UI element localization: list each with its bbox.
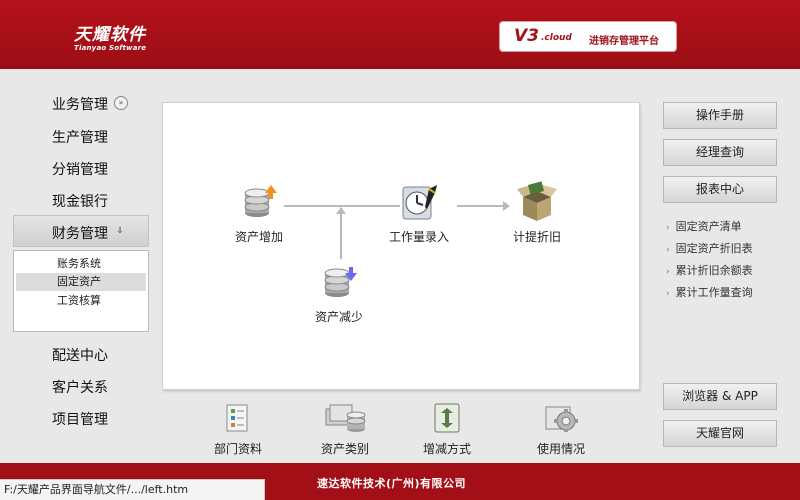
report-link-label: 累计工作量查询 <box>675 286 753 299</box>
nav-item-label: 业务管理 <box>52 97 108 113</box>
flow-node-label: 计提折旧 <box>512 230 561 244</box>
tool-change-method[interactable]: 增减方式 <box>414 401 480 457</box>
nav-item-delivery[interactable]: 配送中心 <box>52 345 108 365</box>
nav-item-label: 分销管理 <box>52 162 108 178</box>
tool-label: 增减方式 <box>422 442 471 456</box>
nav-item-cash-bank[interactable]: 现金银行 <box>52 191 108 211</box>
submenu-item-payroll[interactable]: 工资核算 <box>16 292 146 310</box>
finance-submenu: 账务系统 固定资产 工资核算 <box>13 250 149 332</box>
nav-item-label: 客户关系 <box>52 380 108 396</box>
product-badge: V3 .cloud 进销存管理平台 <box>499 21 677 52</box>
logo-chinese: 天耀软件 <box>74 25 146 45</box>
report-link-workload-query[interactable]: › 累计工作量查询 <box>666 284 753 300</box>
submenu-item-fixed-assets[interactable]: 固定资产 <box>16 273 146 291</box>
chevron-down-circle-icon[interactable]: » <box>114 96 128 110</box>
manager-query-button[interactable]: 经理查询 <box>663 139 777 166</box>
gear-icon <box>545 406 578 432</box>
version-suffix: .cloud <box>541 33 572 43</box>
fixed-asset-flow-panel: 资产增加 工作量录入 计提折旧 资产减少 <box>162 102 640 390</box>
arrows-exchange-icon <box>434 403 460 433</box>
flow-connector <box>457 205 505 207</box>
tool-department[interactable]: 部门资料 <box>205 401 271 457</box>
chevron-right-icon: › <box>666 289 670 299</box>
report-link-accumulated-balance[interactable]: › 累计折旧余额表 <box>666 262 753 278</box>
official-site-button[interactable]: 天耀官网 <box>663 420 777 447</box>
tool-asset-category[interactable]: 资产类别 <box>312 401 378 457</box>
tool-label: 资产类别 <box>320 442 369 456</box>
database-reduce-icon <box>324 267 357 297</box>
flow-node-label: 资产增加 <box>234 230 283 244</box>
flow-node-asset-reduce[interactable]: 资产减少 <box>311 263 367 325</box>
report-center-button[interactable]: 报表中心 <box>663 176 777 203</box>
nav-item-business[interactable]: 业务管理 <box>52 94 108 114</box>
open-box-icon <box>517 181 557 221</box>
brand-logo: 天耀软件 Tianyao Software <box>74 20 146 52</box>
nav-item-project[interactable]: 项目管理 <box>52 409 108 429</box>
arrowhead-icon <box>336 207 346 214</box>
nav-item-label: 生产管理 <box>52 130 108 146</box>
company-name: 速达软件技术(广州)有限公司 <box>317 477 467 490</box>
tool-label: 使用情况 <box>536 442 585 456</box>
report-link-asset-list[interactable]: › 固定资产清单 <box>666 218 742 234</box>
flow-node-label: 资产减少 <box>314 310 363 324</box>
database-stack-icon <box>325 404 366 432</box>
flow-node-asset-add[interactable]: 资产增加 <box>231 183 287 245</box>
nav-item-finance[interactable]: 财务管理 <box>52 223 108 243</box>
nav-item-label: 现金银行 <box>52 194 108 210</box>
nav-item-production[interactable]: 生产管理 <box>52 127 108 147</box>
report-link-label: 累计折旧余额表 <box>675 264 753 277</box>
submenu-item-accounting[interactable]: 账务系统 <box>16 255 146 273</box>
nav-item-distribution[interactable]: 分销管理 <box>52 159 108 179</box>
document-list-icon <box>226 404 248 432</box>
chevron-right-icon: › <box>666 267 670 277</box>
report-link-label: 固定资产折旧表 <box>675 242 753 255</box>
manual-button[interactable]: 操作手册 <box>663 102 777 129</box>
nav-item-label: 财务管理 <box>52 226 108 242</box>
chevron-down-icon[interactable]: ⇓ <box>116 226 124 236</box>
database-add-icon <box>244 185 277 217</box>
version-label: V3 <box>514 26 539 46</box>
chevron-right-icon: › <box>666 223 670 233</box>
tool-label: 部门资料 <box>213 442 262 456</box>
browser-app-button[interactable]: 浏览器 & APP <box>663 383 777 410</box>
flow-node-depreciation[interactable]: 计提折旧 <box>509 181 565 245</box>
report-link-depreciation-table[interactable]: › 固定资产折旧表 <box>666 240 753 256</box>
nav-item-label: 配送中心 <box>52 348 108 364</box>
flow-node-label: 工作量录入 <box>388 230 449 244</box>
nav-item-label: 项目管理 <box>52 412 108 428</box>
platform-name: 进销存管理平台 <box>589 36 659 47</box>
flow-connector <box>340 213 342 259</box>
flow-node-workload-entry[interactable]: 工作量录入 <box>387 183 451 245</box>
header-bar: 天耀软件 Tianyao Software V3 .cloud 进销存管理平台 <box>0 0 800 69</box>
clock-pen-icon <box>402 185 437 220</box>
report-link-label: 固定资产清单 <box>675 220 742 233</box>
nav-item-customer[interactable]: 客户关系 <box>52 377 108 397</box>
logo-english: Tianyao Software <box>74 44 147 52</box>
chevron-right-icon: › <box>666 245 670 255</box>
browser-status-bar: F:/天耀产品界面导航文件/.../left.htm <box>0 479 265 500</box>
tool-usage[interactable]: 使用情况 <box>528 401 594 457</box>
